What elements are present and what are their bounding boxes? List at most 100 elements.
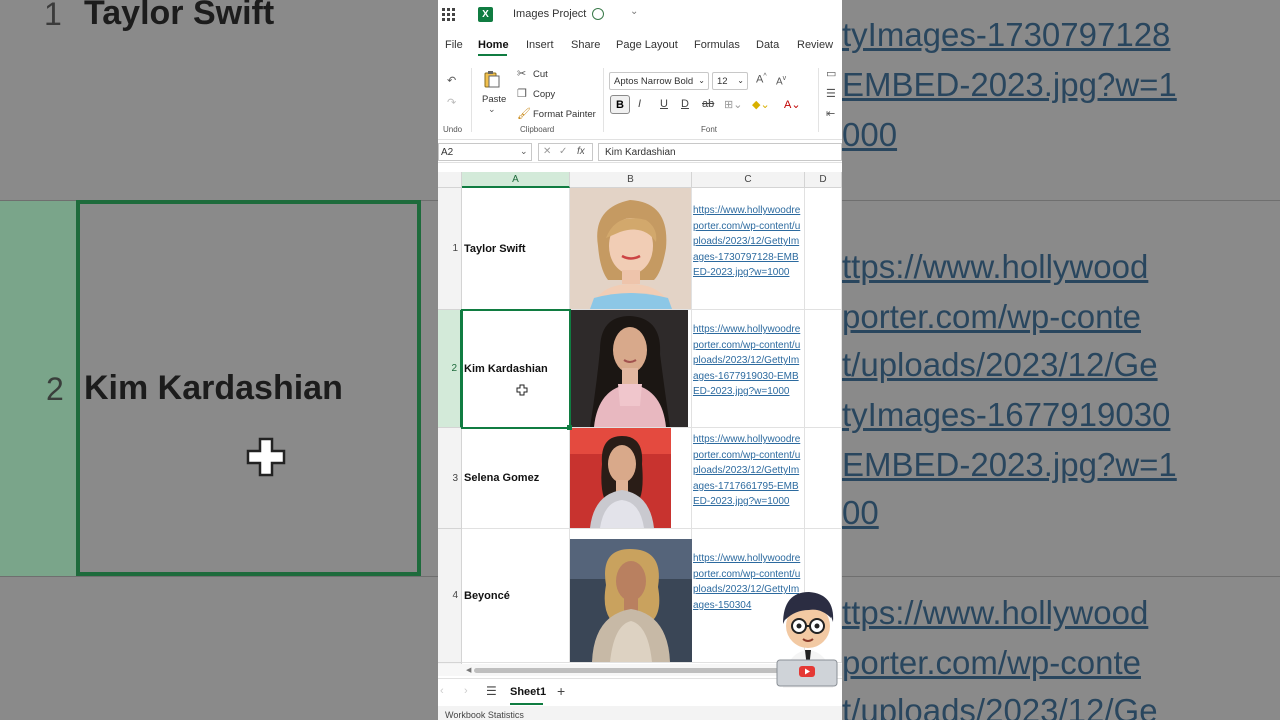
prev-sheet-icon[interactable]: ‹ xyxy=(440,685,444,697)
background-link-line: tyImages-1677919030 xyxy=(842,396,1171,433)
document-title[interactable]: Images Project xyxy=(513,8,586,20)
cell-b2[interactable] xyxy=(570,310,692,428)
format-painter-button[interactable]: Format Painter xyxy=(533,109,596,120)
italic-button[interactable]: I xyxy=(638,98,641,110)
tab-page-layout[interactable]: Page Layout xyxy=(616,39,678,51)
app-launcher-icon[interactable] xyxy=(442,8,455,21)
background-selection xyxy=(76,200,421,576)
copy-icon[interactable]: ❐ xyxy=(517,87,527,100)
background-link-line: ttps://www.hollywood xyxy=(842,594,1149,631)
wrap-icon[interactable]: ▭ xyxy=(826,67,836,80)
strikethrough-button[interactable]: ab xyxy=(702,98,714,110)
row-header-3[interactable]: 3 xyxy=(438,428,462,529)
cell-d2[interactable] xyxy=(805,310,842,428)
cell-a4[interactable]: Beyoncé xyxy=(462,529,570,663)
double-underline-button[interactable]: D xyxy=(681,98,689,110)
font-name-value: Aptos Narrow Bold xyxy=(614,76,694,87)
cell-b1[interactable] xyxy=(570,188,692,310)
add-sheet-button[interactable]: + xyxy=(557,683,565,699)
format-painter-icon[interactable]: 🖌 xyxy=(517,107,531,120)
align-icon[interactable]: ☰ xyxy=(826,87,836,100)
font-name-select[interactable]: Aptos Narrow Bold ⌄ xyxy=(609,72,709,90)
tab-share[interactable]: Share xyxy=(571,39,600,51)
taylor-swift-photo xyxy=(570,188,691,309)
cut-button[interactable]: Cut xyxy=(533,69,548,80)
beyonce-photo xyxy=(570,539,692,662)
redo-icon[interactable]: ↷ xyxy=(447,96,456,109)
fill-handle[interactable] xyxy=(567,425,572,430)
insert-function-icon[interactable]: fx xyxy=(577,146,585,157)
background-link-line: porter.com/wp-conte xyxy=(842,644,1141,681)
row-header-4[interactable]: 4 xyxy=(438,529,462,663)
background-link-line: porter.com/wp-conte xyxy=(842,298,1141,335)
saved-sync-icon xyxy=(592,8,604,20)
indent-icon[interactable]: ⇤ xyxy=(826,107,835,120)
font-color-icon[interactable]: A⌄ xyxy=(784,98,801,111)
all-sheets-menu-icon[interactable]: ☰ xyxy=(486,684,497,698)
scrollbar-thumb[interactable] xyxy=(474,668,784,673)
background-row-number-2: 2 xyxy=(46,371,64,407)
cell-a1[interactable]: Taylor Swift xyxy=(462,188,570,310)
font-size-value: 12 xyxy=(717,76,728,87)
formula-controls: ✕ ✓ fx xyxy=(538,143,593,161)
undo-group-label: Undo xyxy=(443,125,463,134)
enter-icon[interactable]: ✓ xyxy=(559,146,567,157)
row-header-2[interactable]: 2 xyxy=(438,310,462,428)
ribbon-tabs: File Home Insert Share Page Layout Formu… xyxy=(438,34,842,56)
cell-b3[interactable] xyxy=(570,428,692,529)
background-link-line: ttps://www.hollywood xyxy=(842,248,1149,285)
background-name-1: Taylor Swift xyxy=(84,0,275,32)
undo-icon[interactable]: ↶ xyxy=(447,74,456,87)
selena-gomez-photo xyxy=(570,428,671,528)
tab-review[interactable]: Review xyxy=(797,39,833,51)
paste-chevron-icon[interactable]: ⌄ xyxy=(488,104,496,115)
column-header-a[interactable]: A xyxy=(462,172,570,188)
background-link-line: EMBED-2023.jpg?w=1 xyxy=(842,446,1177,483)
select-all-corner[interactable] xyxy=(438,172,462,188)
chevron-down-icon[interactable]: ⌄ xyxy=(520,146,528,157)
copy-button[interactable]: Copy xyxy=(533,89,555,100)
cancel-icon[interactable]: ✕ xyxy=(543,146,551,157)
bold-button[interactable]: B xyxy=(610,95,630,114)
active-cell-selection xyxy=(461,309,571,429)
workbook-statistics[interactable]: Workbook Statistics xyxy=(445,710,524,720)
fill-color-icon[interactable]: ◆⌄ xyxy=(752,98,770,111)
tab-insert[interactable]: Insert xyxy=(526,39,554,51)
tab-home[interactable]: Home xyxy=(478,39,509,51)
borders-icon[interactable]: ⊞⌄ xyxy=(724,98,742,111)
tab-data[interactable]: Data xyxy=(756,39,779,51)
name-box[interactable]: A2 xyxy=(438,143,532,161)
background-zoom-left: 1 Taylor Swift 2 Kim Kardashian xyxy=(0,0,438,720)
tab-formulas[interactable]: Formulas xyxy=(694,39,740,51)
clipboard-group-label: Clipboard xyxy=(520,125,555,134)
cut-icon[interactable]: ✂ xyxy=(517,67,526,80)
increase-font-size-icon[interactable]: A^ xyxy=(756,73,767,86)
kim-kardashian-photo xyxy=(570,310,688,427)
cell-c3-link[interactable]: https://www.hollywoodreporter.com/wp-con… xyxy=(692,428,805,529)
formula-input[interactable]: Kim Kardashian xyxy=(598,143,842,161)
formula-bar: A2 ⌄ ✕ ✓ fx Kim Kardashian xyxy=(438,141,842,163)
next-sheet-icon[interactable]: › xyxy=(464,685,468,697)
cell-d1[interactable] xyxy=(805,188,842,310)
scroll-left-icon[interactable]: ◀ xyxy=(466,666,471,674)
active-tab-indicator xyxy=(478,54,507,56)
paste-icon[interactable] xyxy=(484,70,500,88)
column-header-d[interactable]: D xyxy=(805,172,842,188)
cell-b4[interactable] xyxy=(570,529,692,663)
column-header-b[interactable]: B xyxy=(570,172,692,188)
column-header-c[interactable]: C xyxy=(692,172,805,188)
underline-button[interactable]: U xyxy=(660,98,668,110)
cell-d3[interactable] xyxy=(805,428,842,529)
chevron-down-icon[interactable]: ⌄ xyxy=(630,6,638,17)
background-cursor-icon xyxy=(246,437,286,477)
cell-a3[interactable]: Selena Gomez xyxy=(462,428,570,529)
font-size-select[interactable]: 12 ⌄ xyxy=(712,72,748,90)
background-row-number-1: 1 xyxy=(44,0,62,32)
row-header-1[interactable]: 1 xyxy=(438,188,462,310)
decrease-font-size-icon[interactable]: Av xyxy=(776,75,786,87)
cell-c1-link[interactable]: https://www.hollywoodreporter.com/wp-con… xyxy=(692,188,805,310)
tab-file[interactable]: File xyxy=(445,39,463,51)
sheet-tab-sheet1[interactable]: Sheet1 xyxy=(510,686,546,698)
cell-c2-link[interactable]: https://www.hollywoodreporter.com/wp-con… xyxy=(692,310,805,428)
background-link-line: tyImages-1730797128 xyxy=(842,16,1171,53)
